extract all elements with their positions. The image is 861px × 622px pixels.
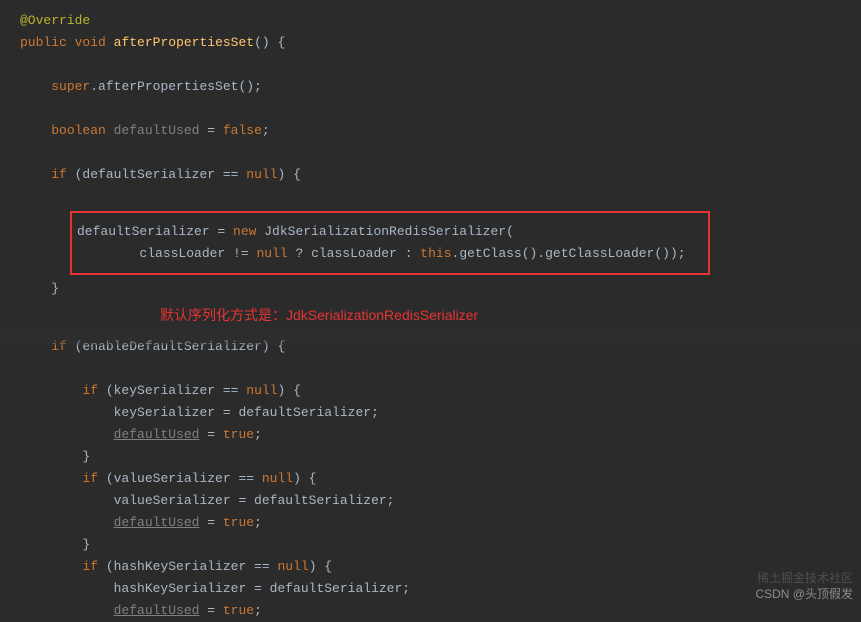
- code-line: if (keySerializer == null) {: [20, 380, 861, 402]
- code-editor: @Override public void afterPropertiesSet…: [0, 10, 861, 622]
- blank-line: [20, 358, 861, 380]
- code-line: defaultUsed = true;: [20, 424, 861, 446]
- blank-line: [20, 186, 861, 208]
- code-line: if (hashKeySerializer == null) {: [20, 556, 861, 578]
- code-line: defaultSerializer = new JdkSerialization…: [77, 221, 703, 243]
- blank-line: [20, 142, 861, 164]
- code-line: defaultUsed = true;: [20, 600, 861, 622]
- code-line: if (defaultSerializer == null) {: [20, 164, 861, 186]
- code-line: classLoader != null ? classLoader : this…: [77, 243, 703, 265]
- highlighted-code-box: defaultSerializer = new JdkSerialization…: [70, 211, 710, 275]
- code-line: hashKeySerializer = defaultSerializer;: [20, 578, 861, 600]
- code-line: boolean defaultUsed = false;: [20, 120, 861, 142]
- blank-line: [20, 98, 861, 120]
- code-line: public void afterPropertiesSet() {: [20, 32, 861, 54]
- blank-line: [20, 54, 861, 76]
- code-line: }: [20, 534, 861, 556]
- annotation: @Override: [20, 13, 90, 28]
- code-line: }: [20, 446, 861, 468]
- code-line: if (valueSerializer == null) {: [20, 468, 861, 490]
- code-line: @Override: [20, 10, 861, 32]
- code-line: super.afterPropertiesSet();: [20, 76, 861, 98]
- annotation-text: 默认序列化方式是：JdkSerializationRedisSerializer: [160, 304, 861, 326]
- code-line: valueSerializer = defaultSerializer;: [20, 490, 861, 512]
- code-line: }: [20, 278, 861, 300]
- code-line: defaultUsed = true;: [20, 512, 861, 534]
- code-line: keySerializer = defaultSerializer;: [20, 402, 861, 424]
- watermark-csdn: CSDN @头顶假发: [755, 583, 853, 605]
- code-line: if (enableDefaultSerializer) {: [20, 336, 861, 358]
